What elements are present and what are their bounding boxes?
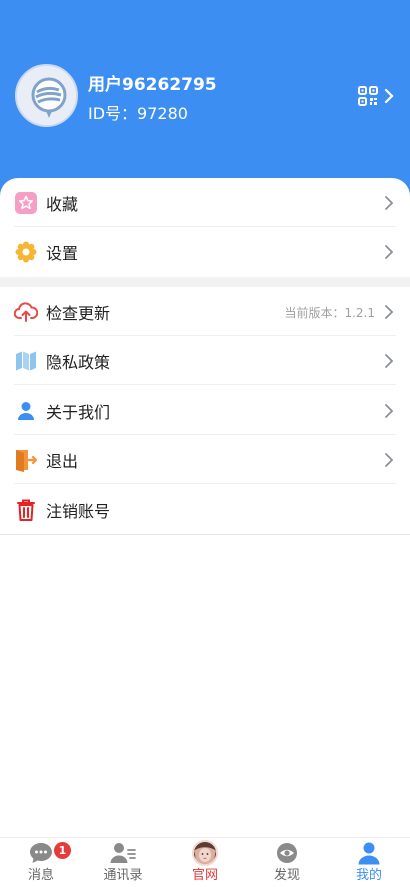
menu-label: 关于我们: [46, 403, 111, 422]
divider: [0, 534, 410, 535]
section-gap: [0, 277, 410, 287]
exit-door-icon: [14, 448, 38, 472]
cloud-upload-icon: [14, 300, 38, 324]
divider: [14, 384, 396, 385]
menu-label: 设置: [46, 244, 79, 263]
qr-code-button[interactable]: [358, 84, 396, 108]
menu-item-logout[interactable]: 退出: [0, 436, 410, 484]
chevron-right-icon: [385, 404, 394, 418]
menu-label: 检查更新: [46, 304, 111, 323]
chevron-right-icon: [385, 196, 394, 210]
chevron-right-icon: [385, 305, 394, 319]
menu-label: 退出: [46, 452, 79, 471]
person-icon: [356, 840, 382, 866]
trash-icon: [14, 498, 38, 522]
menu-label: 注销账号: [46, 502, 111, 521]
menu-item-delete-account[interactable]: 注销账号: [0, 486, 410, 534]
tab-label: 我的: [355, 868, 382, 883]
tab-label: 官网: [191, 868, 218, 883]
bottom-tab-bar: 1 消息 通讯录 官网 发现 我的: [0, 837, 410, 887]
chat-bubble-icon: [28, 840, 54, 866]
divider: [14, 335, 396, 336]
tab-label: 通讯录: [103, 868, 143, 883]
chevron-right-icon: [385, 245, 394, 259]
contacts-icon: [110, 840, 136, 866]
tab-mine[interactable]: 我的: [328, 838, 410, 887]
version-text: 当前版本：1.2.1: [284, 305, 375, 320]
divider: [14, 434, 396, 435]
divider: [14, 226, 396, 227]
star-icon: [14, 191, 38, 215]
menu-item-check-update[interactable]: 检查更新 当前版本：1.2.1: [0, 288, 410, 336]
tab-messages[interactable]: 1 消息: [0, 838, 82, 887]
menu-label: 收藏: [46, 195, 79, 214]
unread-badge: 1: [54, 842, 71, 859]
user-id: ID号：97280: [88, 104, 188, 123]
map-icon: [14, 349, 38, 373]
chevron-right-icon: [385, 354, 394, 368]
user-icon: [14, 399, 38, 423]
user-avatar[interactable]: [15, 64, 78, 127]
menu-label: 隐私政策: [46, 353, 111, 372]
qr-code-icon: [358, 86, 378, 106]
menu-item-privacy-policy[interactable]: 隐私政策: [0, 337, 410, 385]
logo-icon: [17, 66, 76, 125]
menu-item-favorites[interactable]: 收藏: [0, 179, 410, 227]
profile-header: 用户96262795 ID号：97280: [0, 0, 410, 200]
tab-label: 消息: [27, 868, 54, 883]
tab-contacts[interactable]: 通讯录: [82, 838, 164, 887]
divider: [14, 483, 396, 484]
menu-item-about-us[interactable]: 关于我们: [0, 387, 410, 435]
tab-discover[interactable]: 发现: [246, 838, 328, 887]
gear-icon: [14, 240, 38, 264]
tab-label: 发现: [273, 868, 300, 883]
chevron-right-icon: [385, 453, 394, 467]
eye-icon: [274, 840, 300, 866]
username: 用户96262795: [88, 75, 217, 95]
menu-item-settings[interactable]: 设置: [0, 228, 410, 276]
tab-official-site[interactable]: 官网: [164, 838, 246, 887]
chevron-right-icon: [384, 88, 394, 104]
avatar-photo-icon: [192, 840, 218, 866]
